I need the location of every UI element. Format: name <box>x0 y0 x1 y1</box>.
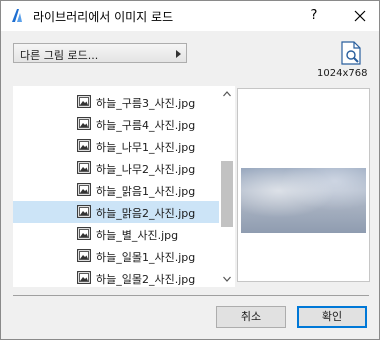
file-list-item[interactable]: 하늘_나무2_사진.jpg <box>13 157 219 179</box>
chevron-up-icon <box>223 91 231 97</box>
image-preview-panel <box>237 88 370 282</box>
dialog-title: 라이브러리에서 이미지 로드 <box>33 10 174 24</box>
image-file-icon <box>77 205 91 218</box>
file-name: 하늘_나무2_사진.jpg <box>96 163 196 176</box>
cancel-button[interactable]: 취소 <box>216 306 286 328</box>
dropdown-label: 다른 그림 로드... <box>20 49 99 62</box>
image-file-icon <box>77 161 91 174</box>
vertical-scrollbar[interactable] <box>219 86 235 287</box>
file-name: 하늘_구름3_사진.jpg <box>96 97 196 110</box>
file-list-item[interactable]: 하늘_일몰1_사진.jpg <box>13 245 219 267</box>
divider <box>13 295 369 296</box>
title-bar[interactable]: 라이브러리에서 이미지 로드 ? <box>1 1 379 31</box>
image-file-icon <box>77 117 91 130</box>
dialog-window: 라이브러리에서 이미지 로드 ? 다른 그림 로드... 1024x768 하늘… <box>0 0 380 340</box>
help-button[interactable]: ? <box>294 1 334 31</box>
chevron-right-icon <box>176 50 181 58</box>
scroll-up-button[interactable] <box>219 86 235 102</box>
load-other-image-dropdown[interactable]: 다른 그림 로드... <box>13 43 187 63</box>
file-name: 하늘_구름4_사진.jpg <box>96 119 196 132</box>
image-preview-icon[interactable] <box>340 41 362 65</box>
image-file-icon <box>77 139 91 152</box>
file-list-item[interactable]: 하늘_나무1_사진.jpg <box>13 135 219 157</box>
image-file-icon <box>77 183 91 196</box>
app-logo-icon <box>12 9 22 22</box>
image-file-icon <box>77 249 91 262</box>
close-button[interactable] <box>341 1 379 31</box>
file-name: 하늘_맑음1_사진.jpg <box>96 185 196 198</box>
scrollbar-thumb[interactable] <box>221 161 233 227</box>
file-name: 하늘_일몰1_사진.jpg <box>96 251 196 264</box>
close-icon <box>354 10 366 22</box>
file-list-item[interactable]: 하늘_맑음1_사진.jpg <box>13 179 219 201</box>
file-list[interactable]: 하늘_구름3_사진.jpg 하늘_구름4_사진.jpg 하늘_나무1_사진.jpg 하… <box>13 86 235 287</box>
file-name: 하늘_나무1_사진.jpg <box>96 141 196 154</box>
file-list-item[interactable]: 하늘_맑음2_사진.jpg <box>13 201 219 223</box>
image-file-icon <box>77 271 91 284</box>
ok-button[interactable]: 확인 <box>297 306 367 328</box>
file-list-item[interactable]: 하늘_별_사진.jpg <box>13 223 219 245</box>
chevron-down-icon <box>223 276 231 282</box>
file-list-item[interactable]: 하늘_구름3_사진.jpg <box>13 91 219 113</box>
image-file-icon <box>77 95 91 108</box>
file-list-item[interactable]: 하늘_구름4_사진.jpg <box>13 113 219 135</box>
image-file-icon <box>77 227 91 240</box>
image-resolution-label: 1024x768 <box>317 68 368 79</box>
sky-thumbnail-image <box>241 168 366 233</box>
file-name: 하늘_맑음2_사진.jpg <box>96 207 196 220</box>
file-name: 하늘_별_사진.jpg <box>96 229 179 242</box>
scroll-down-button[interactable] <box>219 271 235 287</box>
file-name: 하늘_일몰2_사진.jpg <box>96 273 196 286</box>
file-list-item[interactable]: 하늘_일몰2_사진.jpg <box>13 267 219 287</box>
